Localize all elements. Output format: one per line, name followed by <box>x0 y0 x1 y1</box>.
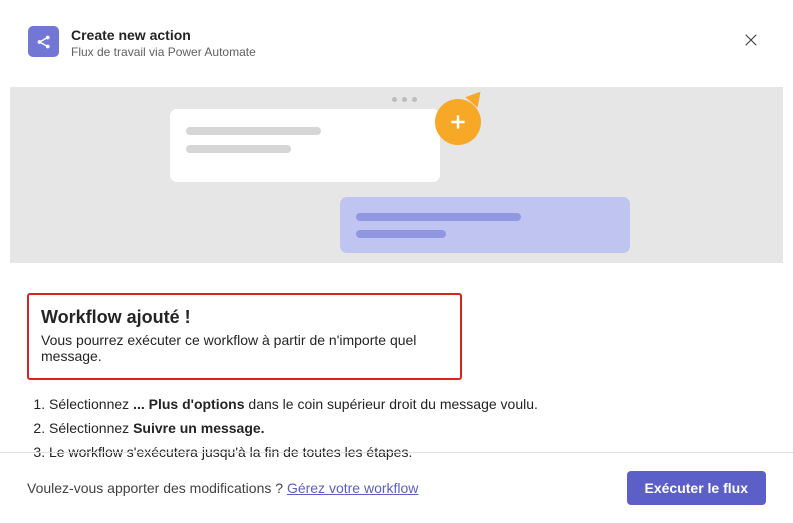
success-highlight-box: Workflow ajouté ! Vous pourrez exécuter … <box>27 293 462 380</box>
manage-workflow-link[interactable]: Gérez votre workflow <box>287 480 418 496</box>
dialog-header: Create new action Flux de travail via Po… <box>0 0 793 73</box>
close-icon <box>744 33 758 47</box>
instruction-step-1: Sélectionnez ... Plus d'options dans le … <box>49 394 766 415</box>
plus-badge-icon <box>435 99 481 145</box>
share-icon <box>28 26 59 57</box>
success-description: Vous pourrez exécuter ce workflow à part… <box>41 332 448 364</box>
dialog-footer: Voulez-vous apporter des modifications ?… <box>0 452 793 523</box>
footer-text: Voulez-vous apporter des modifications ?… <box>27 480 418 496</box>
instruction-step-2: Sélectionnez Suivre un message. <box>49 418 766 439</box>
close-button[interactable] <box>737 26 765 54</box>
chat-bubble-light <box>170 109 440 182</box>
run-flow-button[interactable]: Exécuter le flux <box>627 471 767 505</box>
header-titles: Create new action Flux de travail via Po… <box>71 26 737 59</box>
success-title: Workflow ajouté ! <box>41 307 448 328</box>
dialog-title: Create new action <box>71 26 737 44</box>
dialog-subtitle: Flux de travail via Power Automate <box>71 45 737 59</box>
ellipsis-icon <box>392 97 417 102</box>
chat-bubble-purple <box>340 197 630 253</box>
illustration-banner <box>10 87 783 263</box>
